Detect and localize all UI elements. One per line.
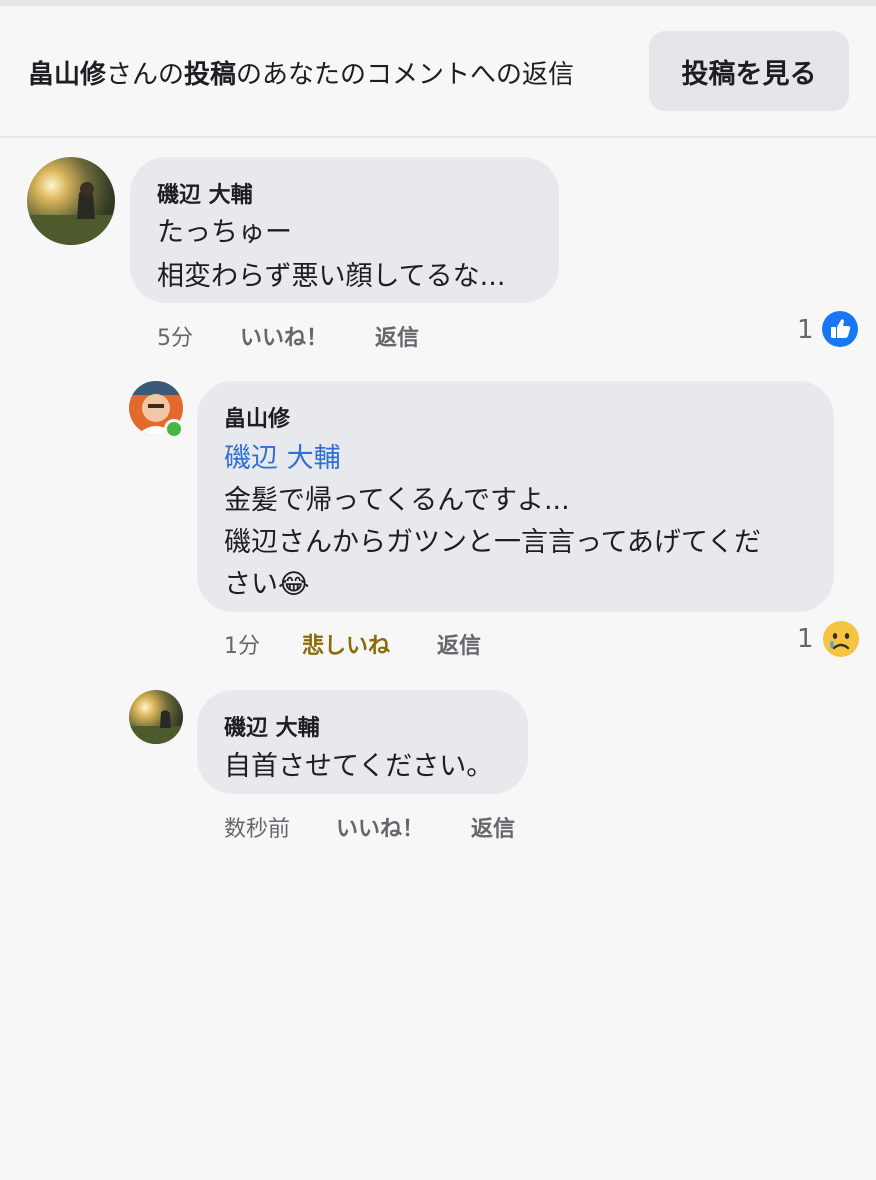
reply-button[interactable]: 返信 xyxy=(471,811,515,843)
header-text: 畠山修さんの投稿のあなたのコメントへの返信 xyxy=(28,54,574,91)
comment-text-line: たっちゅー xyxy=(157,217,292,248)
comment-timestamp: 1分 xyxy=(224,634,260,659)
reaction-count[interactable]: 1 xyxy=(797,624,814,654)
comment-text-line: 相変わらず悪い顔してるな... xyxy=(157,261,506,292)
comment-timestamp: 数秒前 xyxy=(224,817,291,842)
comment-timestamp: 5分 xyxy=(157,326,193,351)
comment-text-line: 磯辺さんからガツンと一言言ってあげてくだ xyxy=(224,527,762,558)
like-icon[interactable] xyxy=(822,311,858,351)
comment-author[interactable]: 畠山修 xyxy=(224,401,290,433)
comment-text-line: 自首させてください。 xyxy=(224,751,494,782)
online-status-icon xyxy=(164,419,184,439)
sad-reaction-button[interactable]: 悲しいね xyxy=(302,628,390,660)
reply-button[interactable]: 返信 xyxy=(375,320,419,352)
mention-link[interactable]: 磯辺 大輔 xyxy=(224,436,341,475)
avatar[interactable] xyxy=(27,157,115,245)
sad-icon[interactable] xyxy=(822,620,860,662)
header-text-end: のあなたのコメントへの返信 xyxy=(236,60,575,90)
header-post-link[interactable]: 投稿 xyxy=(184,60,236,90)
header-owner-name[interactable]: 畠山修 xyxy=(28,60,106,90)
header-text-middle: さんの xyxy=(106,60,185,90)
comment-author[interactable]: 磯辺 大輔 xyxy=(157,177,253,209)
view-post-button[interactable]: 投稿を見る xyxy=(649,31,849,111)
like-button[interactable]: いいね！ xyxy=(336,811,424,843)
reply-button[interactable]: 返信 xyxy=(437,628,481,660)
notification-header: 畠山修さんの投稿のあなたのコメントへの返信 投稿を見る xyxy=(0,6,876,138)
comment-text-line: 金髪で帰ってくるんですよ... xyxy=(224,485,570,516)
comment-author[interactable]: 磯辺 大輔 xyxy=(224,710,320,742)
like-button[interactable]: いいね！ xyxy=(240,320,328,352)
reaction-count[interactable]: 1 xyxy=(797,315,814,345)
avatar[interactable] xyxy=(129,690,183,744)
comment-text-line: さい😂 xyxy=(224,569,310,600)
